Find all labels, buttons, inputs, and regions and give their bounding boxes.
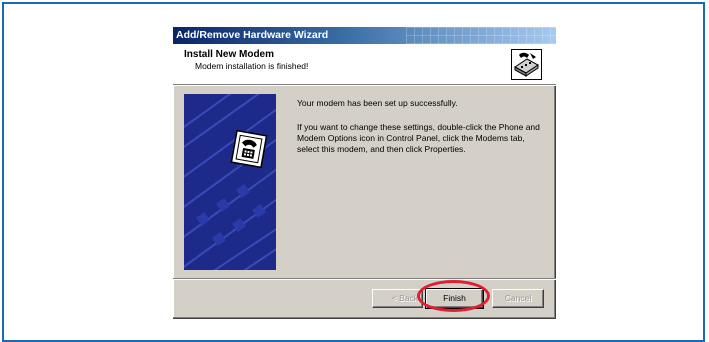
finish-button[interactable]: Finish bbox=[425, 288, 484, 309]
wizard-side-graphic bbox=[184, 94, 276, 270]
cancel-button[interactable]: Cancel bbox=[492, 289, 544, 308]
title-bar-pattern bbox=[406, 27, 556, 44]
success-message: Your modem has been set up successfully. bbox=[297, 98, 458, 108]
wizard-content: Your modem has been set up successfully.… bbox=[297, 98, 549, 168]
header-subtitle: Modem installation is finished! bbox=[195, 61, 309, 71]
instructions-text: If you want to change these settings, do… bbox=[297, 122, 540, 154]
back-button[interactable]: < Back bbox=[372, 289, 423, 308]
window-title: Add/Remove Hardware Wizard bbox=[176, 29, 329, 41]
title-bar[interactable]: Add/Remove Hardware Wizard bbox=[173, 27, 556, 44]
wizard-dialog: Add/Remove Hardware Wizard Install New M… bbox=[173, 27, 556, 319]
button-separator bbox=[173, 278, 556, 280]
modem-wizard-icon bbox=[511, 49, 542, 80]
telephone-icon bbox=[230, 129, 268, 169]
header-title: Install New Modem bbox=[184, 49, 275, 60]
wizard-header: Install New Modem Modem installation is … bbox=[173, 44, 556, 85]
